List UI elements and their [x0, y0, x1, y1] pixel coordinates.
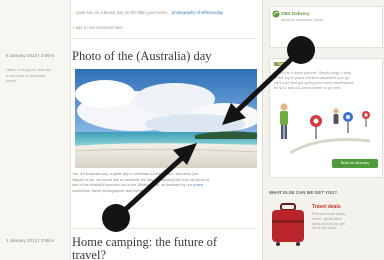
sidebar-heading: WHAT ELSE CAN WE GET YOU?	[269, 190, 338, 195]
map-pin-icon	[343, 112, 353, 133]
suitcase-icon	[272, 203, 304, 246]
travel-desc-line: off at one place.	[312, 226, 338, 231]
beach-photo[interactable]	[75, 69, 257, 168]
beach-photo-image	[75, 69, 257, 168]
post-title[interactable]: Photo of the (Australia) day	[72, 50, 212, 63]
post-caption: Yes, it's Australia day, a great day to …	[72, 172, 258, 194]
divider	[72, 228, 256, 229]
person-figure-icon	[280, 103, 288, 139]
previous-post-link[interactable]: photography of Whitsunday	[172, 10, 223, 15]
date-column: 8 January 2013 | 3 Mins Hello, a do good…	[0, 0, 71, 260]
map-pin-icon	[362, 111, 370, 127]
panel-tag: Tips	[274, 62, 288, 66]
main-column: …good sun on a beach day, let the little…	[72, 0, 258, 260]
sidebar: OBS Delivery bring an adventure home Tip…	[262, 0, 384, 260]
post-title-line: travel?	[72, 248, 107, 260]
ad-brand: OBS Delivery	[281, 11, 310, 16]
planner-illustration	[280, 103, 371, 155]
panel-text: Let us be a travel planner. Simply drag …	[274, 71, 378, 91]
previous-post-line: …good sun on a beach day, let the little…	[72, 10, 171, 15]
post-title[interactable]: Home camping: the future of travel?	[72, 236, 217, 260]
webpage: 8 January 2013 | 3 Mins Hello, a do good…	[0, 0, 384, 260]
map-pin-icon	[310, 115, 322, 139]
post-date: 1 January 2013 | 3 Mins	[6, 238, 54, 243]
travel-deals-card[interactable]: Travel deals Find and hook cheap travel …	[269, 200, 381, 250]
travel-deals-description: Find and hook cheap travel - great value…	[312, 212, 378, 231]
ad-banner[interactable]: OBS Delivery bring an adventure home	[269, 6, 383, 48]
caption-line: contributor, travel photographer and fri…	[72, 188, 152, 193]
person-figure-icon	[333, 108, 339, 124]
ad-subtitle: bring an adventure home	[281, 18, 324, 22]
caption-link[interactable]: a new	[193, 183, 203, 187]
leaf-icon	[272, 10, 280, 18]
post-meta: Hello, a do good, and like is the best i…	[6, 67, 64, 84]
travel-deals-title: Travel deals	[312, 204, 341, 210]
panel-text-line: for you, and you know where to go next.	[274, 86, 342, 90]
post-date: 8 January 2013 | 3 Mins	[6, 53, 54, 58]
caption-line-text: one of the beautiful beaches out in the …	[72, 183, 192, 187]
travel-planner-panel: Tips Let us be a travel planner. Simply …	[269, 58, 383, 178]
previous-post-text: …good sun on a beach day, let the little…	[72, 10, 223, 15]
build-itinerary-button[interactable]: Build an itinerary	[332, 159, 378, 168]
comment-link[interactable]: + add a new comment here	[72, 25, 123, 30]
post-meta-line: travel	[6, 78, 16, 83]
divider	[72, 38, 256, 39]
